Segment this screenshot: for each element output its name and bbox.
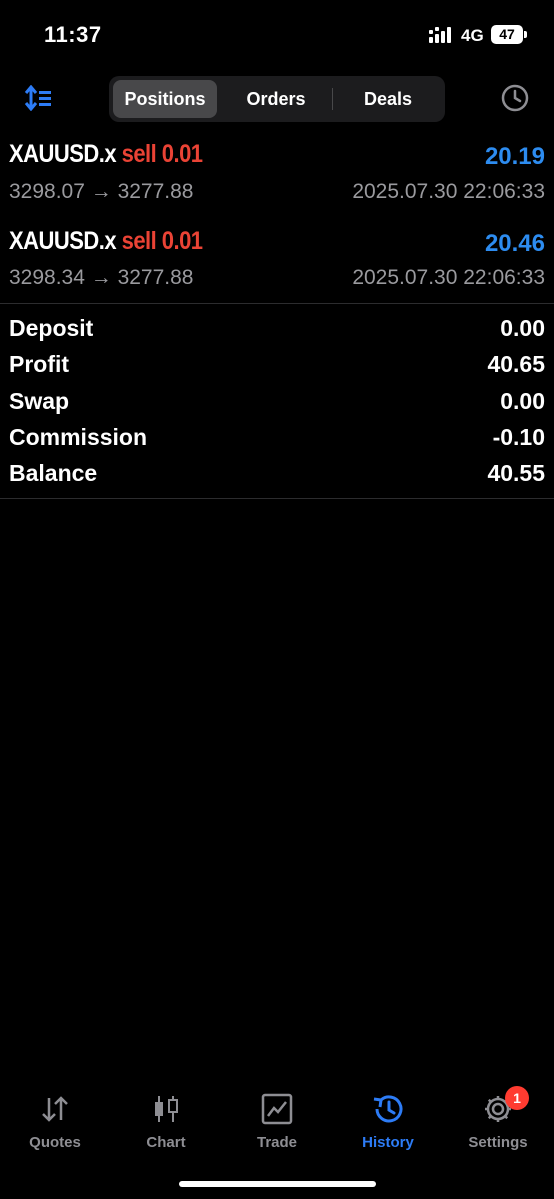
tab-deals[interactable]: Deals (335, 80, 441, 118)
tab-positions[interactable]: Positions (113, 80, 217, 118)
divider (0, 303, 554, 304)
position-row[interactable]: XAUUSD.x sell 0.01 20.19 3298.07 → 3277.… (0, 138, 554, 218)
nav-quotes[interactable]: Quotes (0, 1092, 110, 1151)
nav-label: Quotes (29, 1134, 81, 1151)
nav-label: Trade (256, 1134, 298, 1151)
tab-orders[interactable]: Orders (221, 80, 331, 118)
divider (0, 498, 554, 499)
summary-label-commission: Commission (9, 424, 148, 450)
position-title: XAUUSD.x sell 0.01 (9, 227, 203, 256)
nav-label: Settings (468, 1134, 528, 1151)
history-tabs: Positions Orders Deals (109, 76, 445, 122)
cellular-signal-icon (429, 27, 455, 48)
history-icon (333, 1092, 443, 1126)
position-profit: 20.19 (484, 143, 545, 170)
home-indicator (179, 1181, 376, 1187)
status-bar: 11:37 4G 47 (0, 0, 554, 70)
summary-value-commission: -0.10 (492, 424, 545, 450)
position-row[interactable]: XAUUSD.x sell 0.01 20.46 3298.34 → 3277.… (0, 224, 554, 304)
nav-settings[interactable]: 1 Settings (443, 1086, 553, 1151)
notification-badge: 1 (505, 1086, 529, 1110)
symbol-name: XAUUSD.x (9, 140, 117, 168)
summary-label-profit: Profit (9, 351, 70, 377)
symbol-name: XAUUSD.x (9, 227, 117, 255)
summary-label-swap: Swap (9, 388, 70, 414)
summary-label-balance: Balance (9, 460, 98, 486)
trade-type: sell 0.01 (121, 140, 203, 168)
position-prices: 3298.07 → 3277.88 (9, 180, 194, 203)
battery-icon: 47 (491, 25, 523, 44)
summary-value-balance: 40.55 (487, 460, 545, 486)
summary-value-profit: 40.65 (487, 351, 545, 377)
clock-icon[interactable] (500, 83, 530, 118)
summary-value-deposit: 0.00 (500, 315, 545, 341)
summary-value-swap: 0.00 (500, 388, 545, 414)
settings-icon (443, 1092, 553, 1126)
nav-chart[interactable]: Chart (111, 1092, 221, 1151)
chart-icon (111, 1092, 221, 1126)
position-datetime: 2025.07.30 22:06:33 (352, 266, 545, 289)
nav-trade[interactable]: Trade (222, 1092, 332, 1151)
tab-divider (332, 88, 333, 110)
trade-icon (222, 1092, 332, 1126)
network-type: 4G (461, 26, 484, 45)
quotes-icon (0, 1092, 110, 1126)
nav-history[interactable]: History (333, 1092, 443, 1151)
battery-tip (524, 31, 527, 38)
sort-icon[interactable] (24, 84, 54, 116)
position-datetime: 2025.07.30 22:06:33 (352, 180, 545, 203)
toolbar: Positions Orders Deals (0, 75, 554, 123)
summary-label-deposit: Deposit (9, 315, 94, 341)
status-time: 11:37 (44, 22, 102, 47)
position-title: XAUUSD.x sell 0.01 (9, 140, 203, 169)
nav-label: Chart (146, 1134, 186, 1151)
trade-type: sell 0.01 (121, 227, 203, 255)
position-profit: 20.46 (484, 230, 545, 257)
position-prices: 3298.34 → 3277.88 (9, 266, 194, 289)
nav-label: History (362, 1134, 414, 1151)
